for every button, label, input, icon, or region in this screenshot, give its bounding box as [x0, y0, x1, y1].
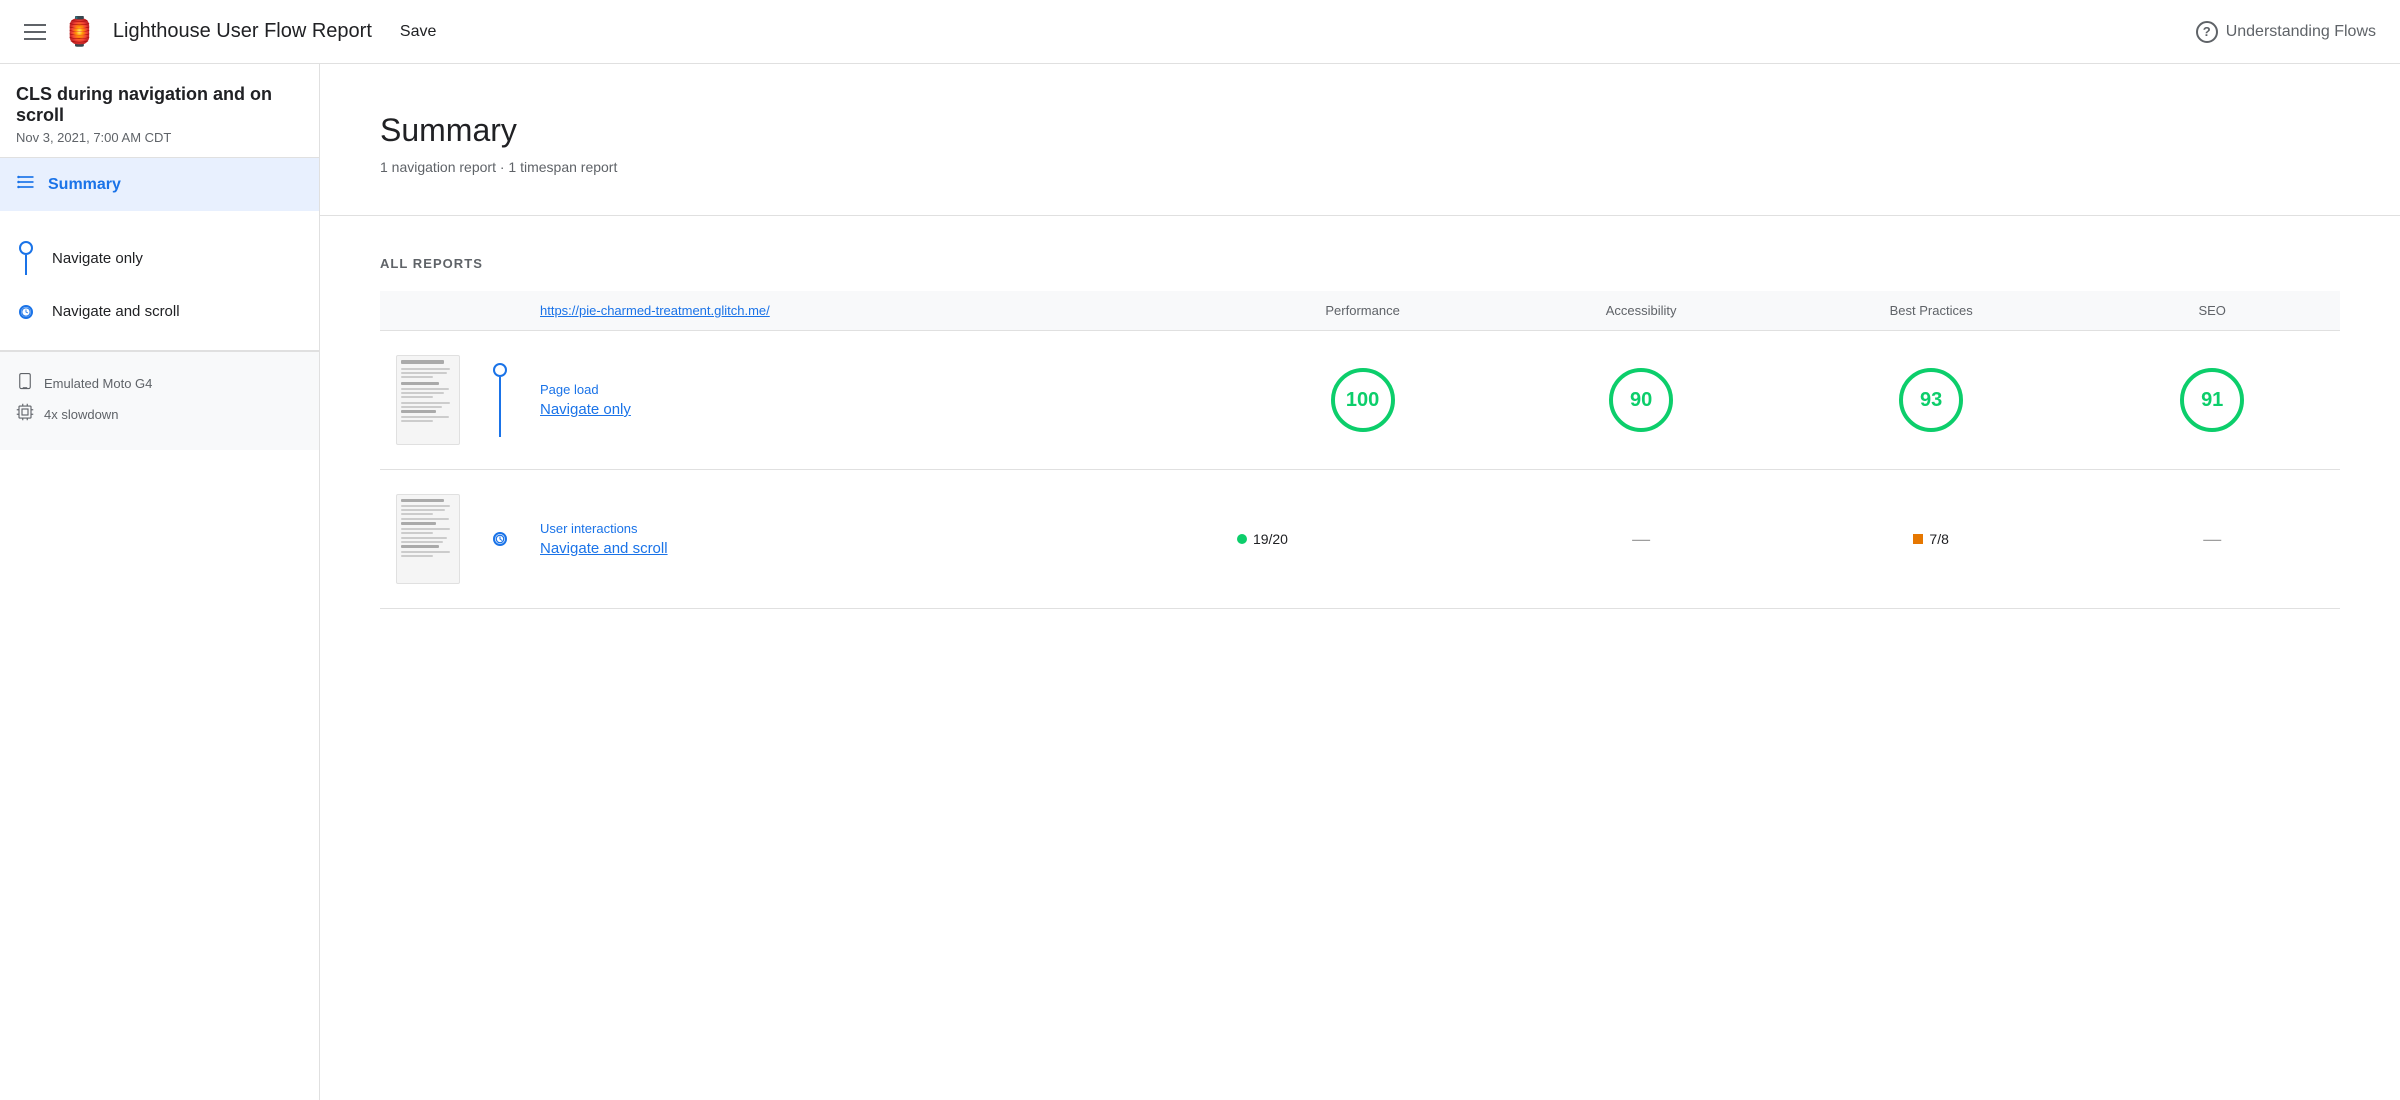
timespan-perf-score: 19/20	[1237, 531, 1488, 547]
device-item-slowdown: 4x slowdown	[16, 399, 303, 430]
score-seo-2: —	[2084, 470, 2340, 609]
sidebar-report-info: CLS during navigation and on scroll Nov …	[0, 64, 319, 157]
tl-dot-1	[493, 363, 507, 377]
understanding-flows-label: Understanding Flows	[2226, 23, 2376, 41]
score-accessibility-1: 90	[1504, 331, 1778, 470]
nav-item-navigate-only[interactable]: Navigate only	[16, 227, 303, 289]
reports-section: ALL REPORTS https://pie-charmed-treatmen…	[320, 216, 2400, 649]
nav-dot-navigate-only	[19, 241, 33, 255]
table-header: https://pie-charmed-treatment.glitch.me/…	[380, 291, 2340, 331]
timeline-navigate-only	[16, 241, 36, 275]
timeline-navigate-scroll	[16, 305, 36, 319]
sidebar-device-info: Emulated Moto G4	[0, 351, 319, 450]
device-label-phone: Emulated Moto G4	[44, 376, 152, 391]
th-performance: Performance	[1221, 291, 1504, 331]
save-button[interactable]: Save	[388, 15, 448, 49]
thumb-image-2	[396, 494, 460, 584]
main-layout: CLS during navigation and on scroll Nov …	[0, 64, 2400, 1100]
score-bestpractices-1: 93	[1778, 331, 2084, 470]
thumb-content-1	[401, 360, 455, 424]
reports-table: https://pie-charmed-treatment.glitch.me/…	[380, 291, 2340, 609]
nav-item-navigate-scroll[interactable]: Navigate and scroll	[16, 289, 303, 334]
th-url: https://pie-charmed-treatment.glitch.me/	[524, 291, 1221, 331]
score-circle-seo-1: 91	[2180, 368, 2244, 432]
score-circle-bp-1: 93	[1899, 368, 1963, 432]
device-item-phone: Emulated Moto G4	[16, 368, 303, 399]
nav-items-list: Navigate only Navigate and scroll	[0, 227, 319, 334]
ts-seo-dash: —	[2100, 529, 2324, 550]
report-date: Nov 3, 2021, 7:00 AM CDT	[16, 130, 303, 145]
header-left: 🏮 Lighthouse User Flow Report Save	[24, 15, 448, 49]
info-cell-1: Page load Navigate only	[524, 331, 1221, 470]
tl-container-1	[492, 363, 508, 437]
th-accessibility: Accessibility	[1504, 291, 1778, 331]
nav-dot-navigate-scroll	[19, 305, 33, 319]
timeline-line-1	[25, 255, 27, 275]
tl-line-1	[499, 377, 502, 437]
ts-bp-value: 7/8	[1929, 531, 1948, 547]
timeline-cell-2	[476, 470, 524, 609]
cpu-icon	[16, 403, 34, 426]
app-title: Lighthouse User Flow Report	[113, 20, 372, 43]
report-name-1[interactable]: Navigate only	[540, 401, 1205, 418]
understanding-flows-link[interactable]: ? Understanding Flows	[2196, 21, 2376, 43]
ts-perf-value: 19/20	[1253, 531, 1288, 547]
sidebar-summary-label: Summary	[48, 176, 121, 194]
th-timeline	[476, 291, 524, 331]
table-row: User interactions Navigate and scroll 19…	[380, 470, 2340, 609]
app-header: 🏮 Lighthouse User Flow Report Save ? Und…	[0, 0, 2400, 64]
score-performance-2: 19/20	[1221, 470, 1504, 609]
ts-dot-icon	[1237, 534, 1247, 544]
phone-icon	[16, 372, 34, 395]
thumbnail-navigate-scroll	[380, 470, 476, 609]
score-accessibility-2: —	[1504, 470, 1778, 609]
device-label-slowdown: 4x slowdown	[44, 407, 118, 422]
ts-square-icon	[1913, 534, 1923, 544]
score-circle-perf-1: 100	[1331, 368, 1395, 432]
th-thumb	[380, 291, 476, 331]
report-name-2[interactable]: Navigate and scroll	[540, 540, 1205, 557]
nav-label-navigate-only: Navigate only	[52, 250, 143, 267]
score-bestpractices-2: 7/8	[1778, 470, 2084, 609]
score-performance-1: 100	[1221, 331, 1504, 470]
report-type-2: User interactions	[540, 521, 1205, 536]
th-seo: SEO	[2084, 291, 2340, 331]
main-content: Summary 1 navigation report · 1 timespan…	[320, 64, 2400, 1100]
report-type-1: Page load	[540, 382, 1205, 397]
sidebar-nav: Navigate only Navigate and scroll	[0, 211, 319, 350]
summary-heading: Summary	[380, 112, 2340, 149]
summary-sub: 1 navigation report · 1 timespan report	[380, 159, 2340, 175]
nav-label-navigate-scroll: Navigate and scroll	[52, 303, 180, 320]
th-best-practices: Best Practices	[1778, 291, 2084, 331]
sidebar: CLS during navigation and on scroll Nov …	[0, 64, 320, 1100]
score-seo-1: 91	[2084, 331, 2340, 470]
tl-container-2	[492, 532, 508, 546]
list-icon	[16, 172, 36, 197]
sidebar-item-summary[interactable]: Summary	[0, 158, 319, 211]
table-row: Page load Navigate only 100 90 93	[380, 331, 2340, 470]
thumbnail-navigate-only	[380, 331, 476, 470]
timeline-cell-1	[476, 331, 524, 470]
summary-section: Summary 1 navigation report · 1 timespan…	[320, 64, 2400, 216]
info-cell-2: User interactions Navigate and scroll	[524, 470, 1221, 609]
tl-dot-clock-2	[493, 532, 507, 546]
lighthouse-logo: 🏮	[62, 15, 97, 48]
ts-acc-dash: —	[1520, 529, 1762, 550]
report-title: CLS during navigation and on scroll	[16, 84, 303, 126]
thumb-content-2	[401, 499, 455, 559]
score-circle-acc-1: 90	[1609, 368, 1673, 432]
url-link[interactable]: https://pie-charmed-treatment.glitch.me/	[540, 303, 770, 318]
hamburger-menu[interactable]	[24, 24, 46, 40]
help-icon: ?	[2196, 21, 2218, 43]
thumb-image-1	[396, 355, 460, 445]
timespan-bp-score: 7/8	[1794, 531, 2068, 547]
reports-label: ALL REPORTS	[380, 256, 2340, 271]
